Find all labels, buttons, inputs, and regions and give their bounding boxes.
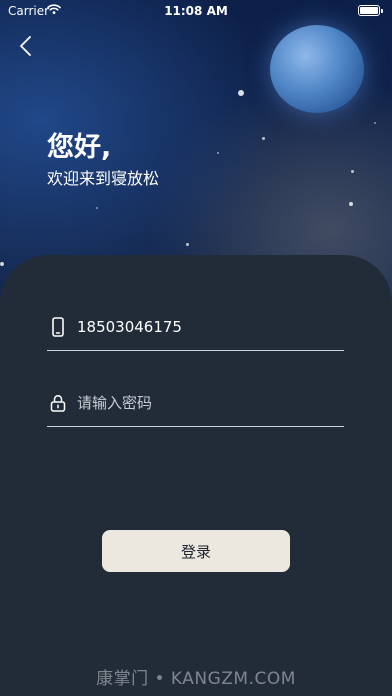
star <box>262 137 265 140</box>
chevron-left-icon <box>20 36 31 56</box>
phone-input[interactable] <box>77 315 337 339</box>
login-screen: Carrier 11:08 AM 您好, 欢迎来到寝放松 18503046175… <box>0 0 392 696</box>
star <box>351 170 354 173</box>
watermark: 康掌门 • KANGZM.COM <box>96 669 296 689</box>
star <box>217 152 219 154</box>
status-bar: Carrier 11:08 AM <box>0 0 392 22</box>
password-input[interactable] <box>77 391 337 415</box>
star <box>96 207 98 209</box>
star <box>0 262 4 266</box>
password-field <box>47 381 344 427</box>
greeting-subtitle: 欢迎来到寝放松 <box>47 169 160 188</box>
star <box>238 90 244 96</box>
battery-icon <box>358 5 383 16</box>
moon-illustration <box>270 25 364 113</box>
login-button[interactable]: 登录 <box>102 530 290 572</box>
back-button[interactable] <box>14 33 40 59</box>
greeting-title: 您好, <box>47 132 112 163</box>
phone-icon <box>52 317 64 337</box>
status-time: 11:08 AM <box>164 4 228 18</box>
star <box>374 122 376 124</box>
phone-field <box>47 305 344 351</box>
lock-icon <box>50 394 66 412</box>
star <box>349 202 353 206</box>
star <box>186 243 189 246</box>
